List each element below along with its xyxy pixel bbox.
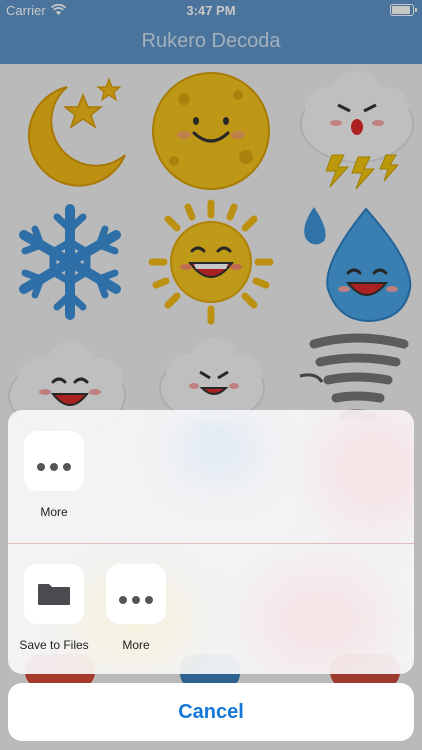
save-to-files-tile <box>24 564 84 624</box>
cancel-button[interactable]: Cancel <box>8 683 414 741</box>
share-sheet: More Save to Files More <box>8 410 414 674</box>
share-action-label: More <box>40 505 68 519</box>
save-to-files-button[interactable]: Save to Files <box>14 564 94 652</box>
folder-icon <box>38 584 70 605</box>
more-icon <box>24 458 84 476</box>
share-action-label: More <box>122 638 150 652</box>
share-action-label: Save to Files <box>19 638 89 652</box>
share-row1-more-button[interactable]: More <box>14 431 94 519</box>
more-tile <box>106 564 166 624</box>
share-row2-more-button[interactable]: More <box>96 564 176 652</box>
more-tile <box>24 431 84 491</box>
more-icon <box>106 591 166 609</box>
divider <box>8 543 414 544</box>
